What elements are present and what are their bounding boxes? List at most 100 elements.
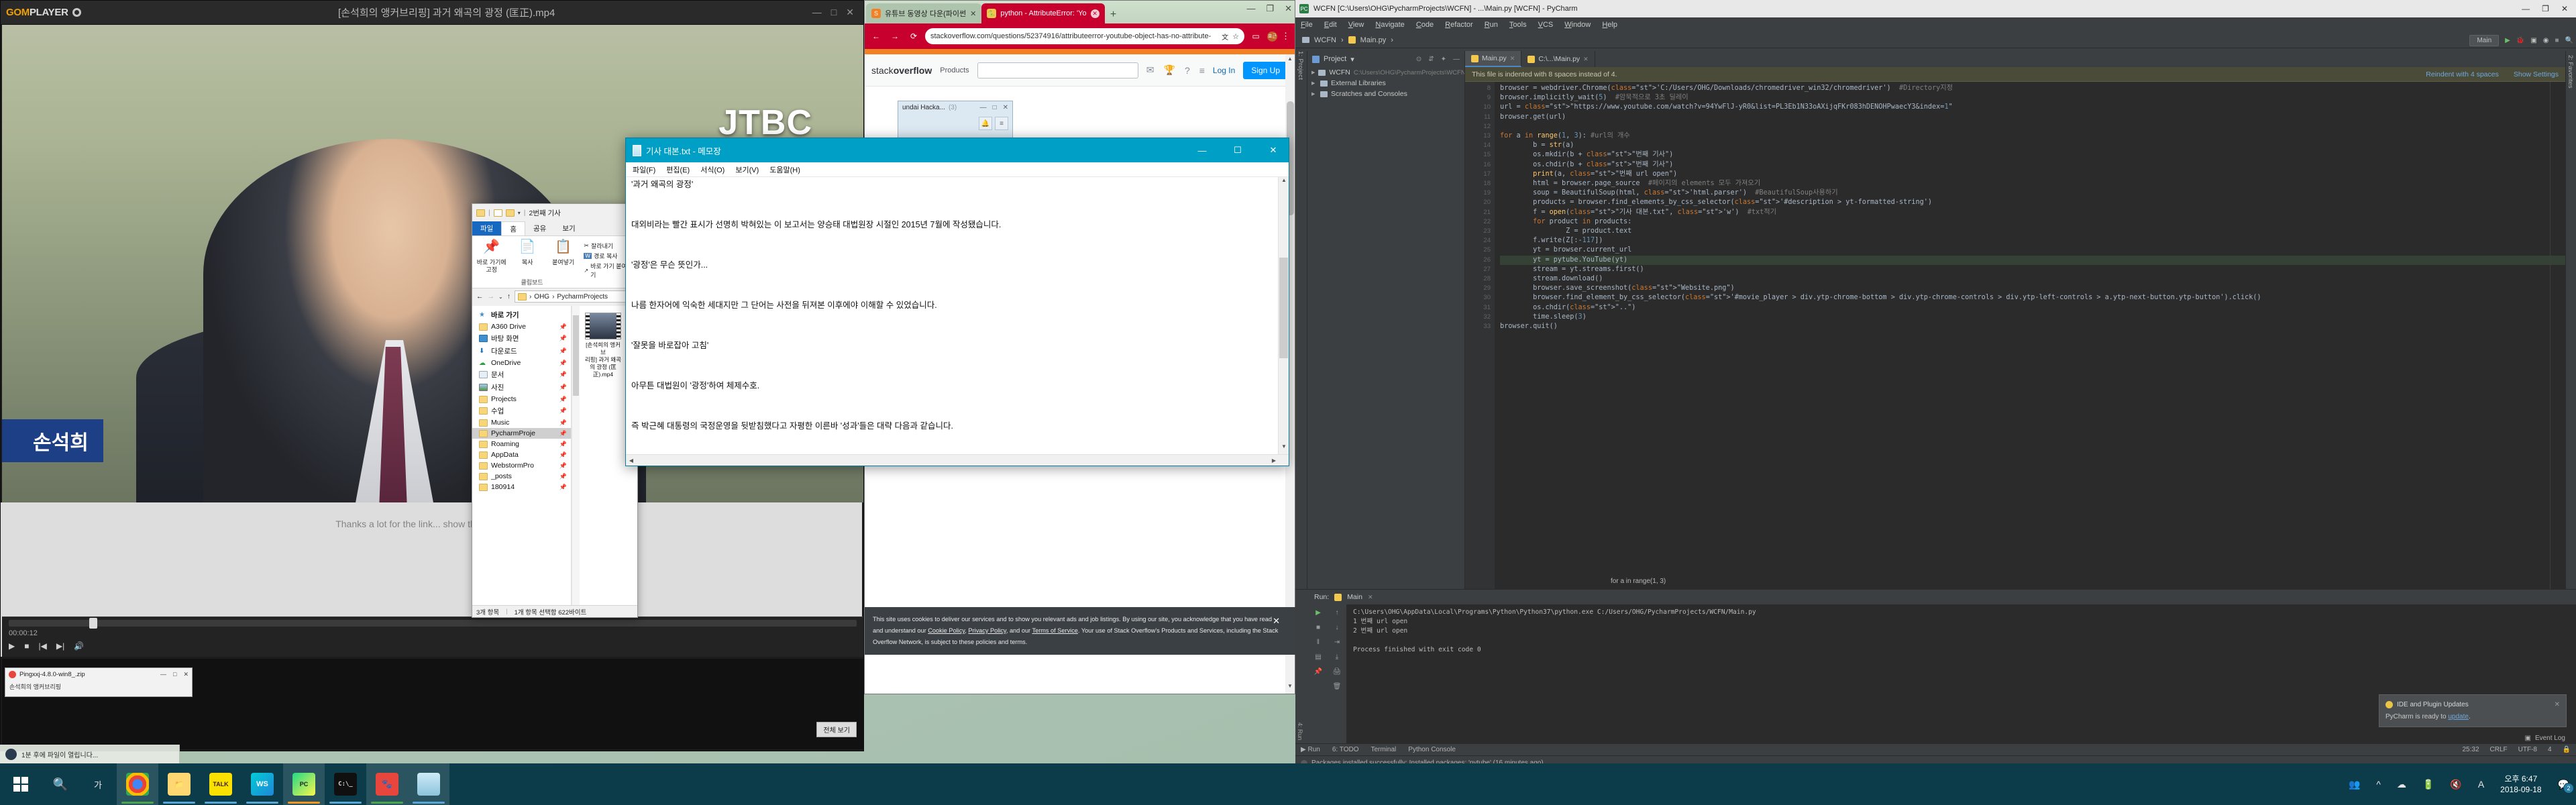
explorer-nav-item[interactable]: _posts 📌 xyxy=(472,471,571,482)
menu-edit[interactable]: 편집(E) xyxy=(666,164,690,175)
explorer-nav-item[interactable]: PycharmProje 📌 xyxy=(472,428,571,439)
pin-icon[interactable]: 📌 xyxy=(559,419,567,427)
code-line[interactable]: print(a, class="st">"번째 url open") xyxy=(1500,170,2565,179)
chevron-right-icon[interactable]: ▶ xyxy=(1311,91,1317,97)
pin-icon[interactable]: 📌 xyxy=(559,347,567,355)
taskbar-item-webstorm[interactable]: WS xyxy=(241,763,283,805)
reload-icon[interactable]: ⟳ xyxy=(906,29,921,44)
tool-button-project[interactable]: 1: Project xyxy=(1297,51,1304,80)
maximize-icon[interactable]: ❐ xyxy=(2542,4,2549,13)
tab-file[interactable]: 파일 xyxy=(472,221,502,235)
code-line[interactable]: soup = BeautifulSoup(html, class="st">'h… xyxy=(1500,189,2565,198)
close-icon[interactable]: ✕ xyxy=(970,9,976,18)
close-icon[interactable]: ✕ xyxy=(1258,138,1289,162)
run-icon[interactable]: ▶ xyxy=(2505,37,2510,44)
editor-tab-main-py-alt[interactable]: C:\...\Main.py ✕ xyxy=(1521,51,1595,67)
project-tree-row[interactable]: ▶ WCFN C:\Users\OHG\PycharmProjects\WCFN xyxy=(1307,67,1464,78)
explorer-nav-item[interactable]: Projects 📌 xyxy=(472,394,571,405)
close-icon[interactable]: ✕ xyxy=(2561,4,2568,13)
tool-button-favorites[interactable]: 2: Favorites xyxy=(2567,55,2574,89)
pin-icon[interactable]: 📌 xyxy=(559,462,567,470)
status-todo[interactable]: 6: TODO xyxy=(1332,746,1359,753)
download-window-titlebar[interactable]: Pingxxj-4.8.0-win8_.zip — □ ✕ xyxy=(5,668,192,680)
menu-help[interactable]: Help xyxy=(1602,21,1617,29)
chrome-menu-icon[interactable]: ⋮ xyxy=(1281,31,1291,42)
taskbar-item-pycharm[interactable]: PC xyxy=(283,763,325,805)
battery-icon[interactable]: 🔋 xyxy=(2422,779,2434,790)
explorer-nav-item[interactable]: 문서 📌 xyxy=(472,368,571,381)
clock[interactable]: 오후 6:47 2018-09-18 xyxy=(2500,773,2541,795)
forward-icon[interactable]: → xyxy=(488,292,495,301)
explorer-nav-item[interactable]: 바탕 화면 📌 xyxy=(472,332,571,345)
menu-icon[interactable]: ≡ xyxy=(995,117,1008,130)
chevron-down-icon[interactable]: ▾ xyxy=(1350,55,1354,64)
play-icon[interactable]: ▶ xyxy=(9,641,15,651)
menu-vcs[interactable]: VCS xyxy=(1538,21,1554,29)
editor-tab-main-py[interactable]: Main.py ✕ xyxy=(1465,51,1522,67)
minimize-icon[interactable]: — xyxy=(2522,4,2530,13)
code-line[interactable]: stream = yt.streams.first() xyxy=(1500,265,2565,274)
menu-file[interactable]: File xyxy=(1301,21,1313,29)
close-icon[interactable]: ✕ xyxy=(1285,3,1292,14)
onedrive-icon[interactable]: ☁ xyxy=(2397,779,2406,790)
scroll-up-icon[interactable]: ▲ xyxy=(1286,56,1294,65)
explorer-nav-item[interactable]: ☁ OneDrive 📌 xyxy=(472,358,571,368)
status-python-console[interactable]: Python Console xyxy=(1408,746,1456,753)
status-terminal[interactable]: Terminal xyxy=(1371,746,1396,753)
scroll-left-icon[interactable]: ◀ xyxy=(626,455,637,466)
menu-run[interactable]: Run xyxy=(1485,21,1498,29)
taskbar-item-command-prompt[interactable]: C:\_ xyxy=(325,763,366,805)
chrome-tab-attributeerror[interactable]: 🐍 python - AttributeError: 'Yo ✕ xyxy=(981,3,1105,23)
forward-icon[interactable]: → xyxy=(888,29,902,44)
nav-products[interactable]: Products xyxy=(940,66,969,74)
explorer-nav-item[interactable]: ⬇ 다운로드 📌 xyxy=(472,345,571,358)
action-center-button[interactable]: 💬 2 xyxy=(2558,779,2574,794)
scrollbar-thumb[interactable] xyxy=(1279,258,1288,358)
explorer-nav-item[interactable]: 180914 📌 xyxy=(472,482,571,492)
pin-icon[interactable]: 📌 xyxy=(559,371,567,378)
search-icon[interactable]: 🔍 xyxy=(42,763,79,805)
breadcrumb-pycharmprojects[interactable]: PycharmProjects xyxy=(557,293,608,301)
code-line[interactable]: b = str(a) xyxy=(1500,141,2565,150)
code-line[interactable]: html = browser.page_source #페이지의 element… xyxy=(1500,179,2565,189)
menu-navigate[interactable]: Navigate xyxy=(1375,21,1404,29)
pin-icon[interactable]: 📌 xyxy=(559,473,567,480)
stop-icon[interactable]: ■ xyxy=(1316,624,1320,631)
caret-position[interactable]: 25:32 xyxy=(2462,746,2479,753)
lock-icon[interactable]: 🔒 xyxy=(2563,746,2571,753)
minimize-icon[interactable]: — xyxy=(160,671,166,678)
minimize-icon[interactable]: — xyxy=(812,7,822,18)
explorer-nav-item[interactable]: A360 Drive 📌 xyxy=(472,321,571,332)
show-settings-link[interactable]: Show Settings xyxy=(2514,70,2559,78)
explorer-nav-item[interactable]: 수업 📌 xyxy=(472,405,571,417)
project-tree-row[interactable]: ▶ Scratches and Consoles xyxy=(1307,89,1464,99)
project-tree-row[interactable]: ▶ External Libraries xyxy=(1307,78,1464,89)
close-icon[interactable]: ✕ xyxy=(1273,613,1280,629)
ime-indicator[interactable]: 가 xyxy=(79,763,117,805)
taskbar-item-file-explorer[interactable]: 📁 xyxy=(158,763,200,805)
code-line[interactable]: for a in range(1, 3): #url의 개수 xyxy=(1500,131,2565,141)
seek-bar[interactable] xyxy=(9,618,857,629)
maximize-icon[interactable]: ☐ xyxy=(1222,138,1253,162)
indent-size[interactable]: 4 xyxy=(2548,746,2552,753)
pin-icon[interactable]: 📌 xyxy=(1314,668,1322,676)
code-line[interactable]: browser = webdriver.Chrome(class="st">'C… xyxy=(1500,84,2565,93)
code-line[interactable] xyxy=(1500,122,2565,131)
menu-help[interactable]: 도움말(H) xyxy=(769,164,800,175)
pin-icon[interactable]: 📌 xyxy=(559,407,567,415)
close-icon[interactable]: ✕ xyxy=(183,671,189,678)
code-line[interactable]: yt = browser.current_url xyxy=(1500,246,2565,255)
menu-edit[interactable]: Edit xyxy=(1324,21,1337,29)
breadcrumb-project[interactable]: WCFN xyxy=(1314,36,1336,44)
taskbar-item-chrome[interactable] xyxy=(117,763,158,805)
tool-button-run[interactable]: 4: Run xyxy=(1297,722,1303,741)
code-line[interactable]: browser.save_screenshot(class="st">"Webs… xyxy=(1500,284,2565,293)
code-line[interactable]: f.write(Z[:-117]) xyxy=(1500,236,2565,246)
avatar[interactable]: 효근 xyxy=(1267,31,1277,42)
minimize-icon[interactable]: — xyxy=(1246,3,1255,14)
maximize-icon[interactable]: ❐ xyxy=(1266,3,1274,14)
taskbar-item-notepad[interactable] xyxy=(408,763,449,805)
view-all-button[interactable]: 전체 보기 xyxy=(816,722,857,737)
scrollbar-thumb[interactable] xyxy=(573,315,579,396)
update-link[interactable]: update xyxy=(2448,713,2469,720)
